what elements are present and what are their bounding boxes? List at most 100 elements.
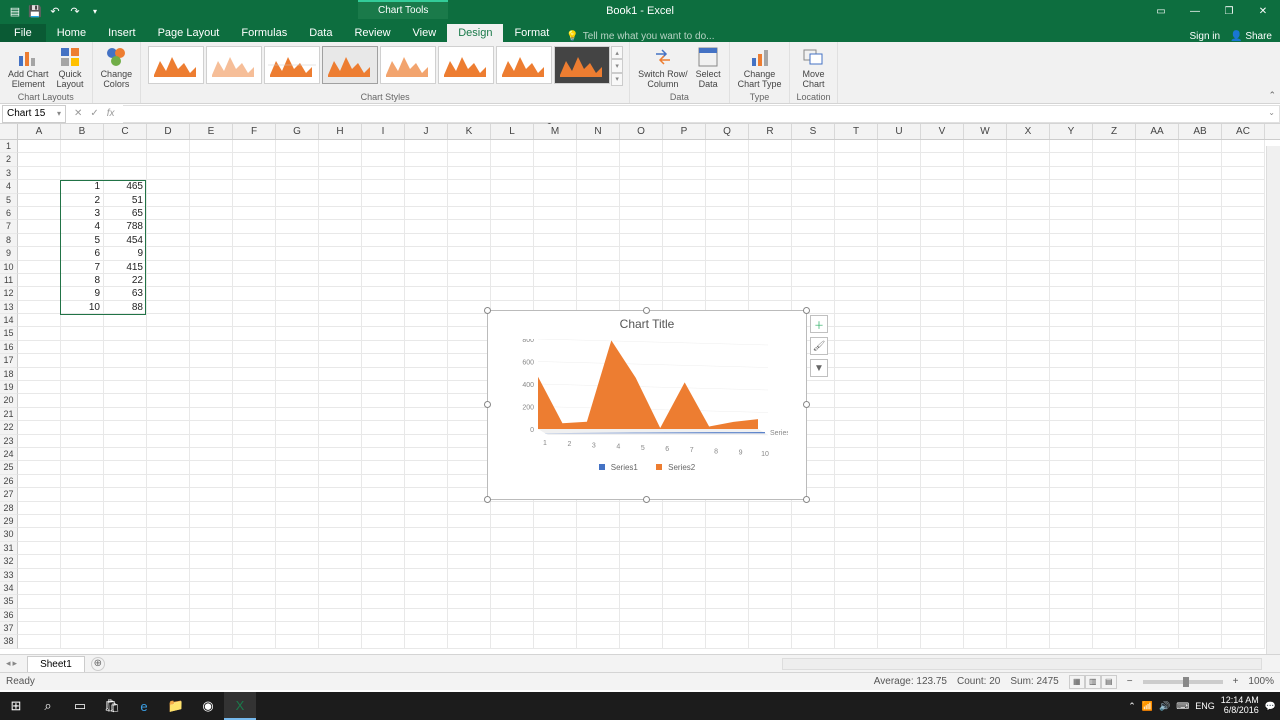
fx-icon[interactable]: fx [107,108,115,119]
cell[interactable] [61,381,104,394]
cell[interactable] [405,301,448,314]
cell[interactable] [448,274,491,287]
cell[interactable] [319,528,362,541]
cell[interactable] [921,341,964,354]
cell[interactable] [1007,354,1050,367]
cell[interactable] [620,207,663,220]
cell[interactable] [1136,180,1179,193]
cell[interactable] [1093,448,1136,461]
cell[interactable] [878,368,921,381]
cell[interactable] [276,475,319,488]
cell[interactable] [276,327,319,340]
cell[interactable] [534,167,577,180]
column-header[interactable]: H [319,124,362,139]
cell[interactable] [1222,502,1265,515]
add-chart-element-button[interactable]: Add Chart Element [6,44,51,90]
cell[interactable] [878,234,921,247]
cell[interactable] [491,542,534,555]
cell[interactable] [1179,140,1222,153]
cell[interactable] [835,622,878,635]
cell[interactable] [190,301,233,314]
cell[interactable] [706,287,749,300]
cell[interactable] [964,502,1007,515]
cell[interactable] [921,448,964,461]
cell[interactable] [362,622,405,635]
cell[interactable] [405,582,448,595]
cell[interactable] [749,274,792,287]
cell[interactable] [276,287,319,300]
cell[interactable] [104,167,147,180]
cell[interactable] [1093,220,1136,233]
cell[interactable]: 22 [104,274,147,287]
cell[interactable] [534,569,577,582]
cell[interactable] [405,287,448,300]
cell[interactable] [448,569,491,582]
tab-format[interactable]: Format [503,24,560,42]
cell[interactable] [1136,421,1179,434]
cell[interactable] [964,220,1007,233]
cell[interactable] [749,220,792,233]
cell[interactable] [964,421,1007,434]
cell[interactable] [1222,261,1265,274]
cell[interactable] [448,153,491,166]
zoom-out-button[interactable]: − [1127,676,1133,687]
cell[interactable] [448,515,491,528]
cell[interactable] [319,180,362,193]
cell[interactable] [749,542,792,555]
cell[interactable] [792,153,835,166]
cell[interactable] [147,635,190,648]
cell[interactable] [1179,207,1222,220]
cell[interactable] [620,194,663,207]
cell[interactable] [448,475,491,488]
cell[interactable] [448,194,491,207]
cell[interactable] [1222,394,1265,407]
column-header[interactable]: W [964,124,1007,139]
cell[interactable] [577,274,620,287]
cell[interactable] [319,140,362,153]
cell[interactable] [706,274,749,287]
tab-review[interactable]: Review [343,24,401,42]
cell[interactable] [835,502,878,515]
cell[interactable] [964,635,1007,648]
cell[interactable] [190,194,233,207]
column-header[interactable]: T [835,124,878,139]
row-header[interactable]: 3 [0,167,18,180]
cell[interactable] [1050,301,1093,314]
cell[interactable] [319,287,362,300]
maximize-button[interactable]: ❐ [1212,0,1246,22]
cell[interactable] [878,140,921,153]
row-header[interactable]: 18 [0,368,18,381]
cell[interactable] [448,368,491,381]
cell[interactable] [921,180,964,193]
cell[interactable] [18,314,61,327]
cell[interactable] [18,354,61,367]
cell[interactable] [405,167,448,180]
cell[interactable] [448,261,491,274]
cell[interactable] [276,421,319,434]
cell[interactable] [362,220,405,233]
cell[interactable] [706,569,749,582]
sheet-nav-first[interactable]: ◂ [6,658,11,669]
cell[interactable] [405,220,448,233]
cell[interactable] [491,582,534,595]
cancel-formula-icon[interactable]: ✕ [74,108,82,119]
cell[interactable] [233,140,276,153]
cell[interactable] [1136,220,1179,233]
cell[interactable] [233,609,276,622]
name-box[interactable]: Chart 15 ▾ [2,105,66,123]
chart-styles-button[interactable]: 🖌 [810,337,828,355]
cell[interactable] [1136,194,1179,207]
column-header[interactable]: V [921,124,964,139]
cell[interactable] [1222,582,1265,595]
cell[interactable] [620,153,663,166]
cell[interactable] [620,247,663,260]
cell[interactable] [147,207,190,220]
cell[interactable] [18,381,61,394]
cell[interactable] [534,528,577,541]
cell[interactable] [878,247,921,260]
cell[interactable] [233,394,276,407]
cell[interactable] [1136,261,1179,274]
cell[interactable] [190,421,233,434]
cell[interactable] [1050,488,1093,501]
cell[interactable] [1136,140,1179,153]
